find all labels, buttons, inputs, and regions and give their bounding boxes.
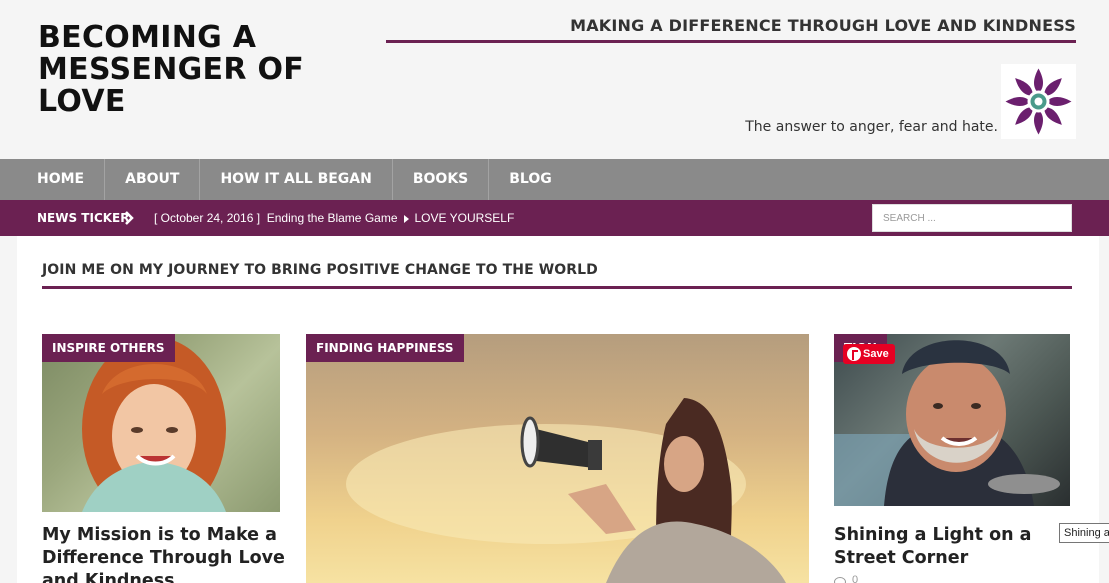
nav-item-books[interactable]: BOOKS [393,159,490,200]
category-badge[interactable]: FINDING HAPPINESS [306,334,464,362]
nav-item-how-it-all-began[interactable]: HOW IT ALL BEGAN [200,159,393,200]
pinterest-save-button[interactable]: Save [843,344,895,364]
news-ticker-label: NEWS TICKER [37,211,130,225]
tooltip: Shining a [1059,523,1109,543]
section-divider [42,286,1072,289]
search-input[interactable] [872,204,1072,232]
nav-item-home[interactable]: HOME [0,159,106,200]
nav-item-about[interactable]: ABOUT [105,159,201,200]
ticker-headline[interactable]: Ending the Blame Game [267,211,398,225]
pinterest-icon [847,347,861,361]
flower-logo-icon[interactable] [1001,64,1076,139]
nav-item-blog[interactable]: BLOG [489,159,572,200]
megaphone-woman-icon [346,398,786,583]
site-title[interactable]: BECOMING A MESSENGER OF LOVE [38,22,338,118]
ticker-item[interactable]: [ October 24, 2016 ] Ending the Blame Ga… [154,200,514,236]
card-image-inspire-others[interactable]: INSPIRE OTHERS [42,334,280,512]
card-title[interactable]: My Mission is to Make a Difference Throu… [42,524,292,583]
tagline-divider [386,40,1076,43]
comment-count[interactable]: 0 [852,574,858,583]
caret-right-icon [403,214,409,223]
site-header: BECOMING A MESSENGER OF LOVE MAKING A DI… [0,0,1109,159]
card-title[interactable]: Shining a Light on a Street Corner [834,524,1070,570]
category-badge[interactable]: INSPIRE OTHERS [42,334,175,362]
ticker-date: [ October 24, 2016 ] [154,211,261,225]
section-title: JOIN ME ON MY JOURNEY TO BRING POSITIVE … [42,262,598,278]
main-nav: HOME ABOUT HOW IT ALL BEGAN BOOKS BLOG [0,159,1109,200]
pinterest-save-label: Save [863,348,889,360]
card-image-finding-happiness[interactable]: FINDING HAPPINESS [306,334,809,583]
ticker-category[interactable]: LOVE YOURSELF [415,211,515,225]
site-tagline: MAKING A DIFFERENCE THROUGH LOVE AND KIN… [570,16,1076,35]
chevron-right-icon [125,211,134,225]
comment-icon [834,577,846,583]
site-subtagline: The answer to anger, fear and hate. [745,119,998,135]
